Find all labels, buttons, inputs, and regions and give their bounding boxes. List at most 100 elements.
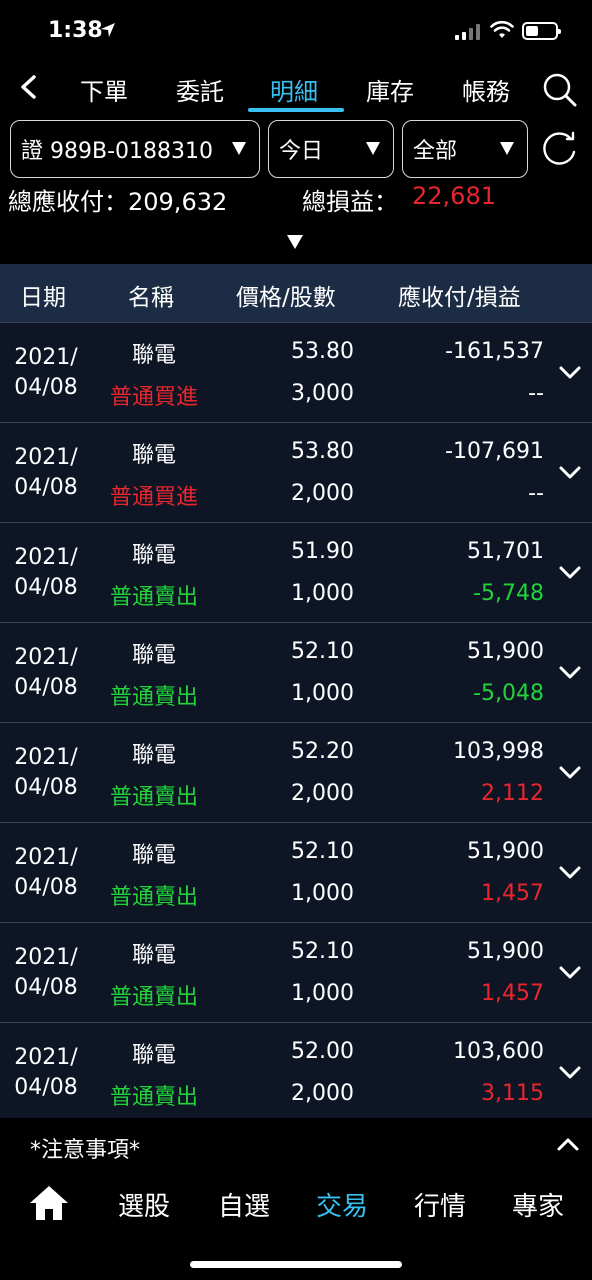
signal-icon — [455, 24, 480, 40]
bottom-nav-experts[interactable]: 專家 — [512, 1186, 564, 1223]
row-date-monthday: 04/08 — [14, 675, 78, 700]
chevron-down-icon[interactable] — [558, 965, 582, 981]
tab-details[interactable]: 明細 — [270, 72, 318, 107]
row-date: 2021/04/08 — [0, 443, 92, 503]
row-date-monthday: 04/08 — [14, 875, 78, 900]
row-price: 52.20 — [291, 739, 354, 764]
chevron-down-icon[interactable] — [558, 365, 582, 381]
row-quantity: 2,000 — [291, 1081, 354, 1106]
row-order-type: 普通賣出 — [109, 1085, 198, 1110]
active-tab-indicator — [248, 108, 344, 112]
row-price: 52.10 — [291, 639, 354, 664]
row-price: 51.90 — [291, 539, 354, 564]
row-date: 2021/04/08 — [0, 743, 92, 803]
row-stock-name: 聯電 — [131, 343, 176, 368]
home-icon[interactable] — [28, 1184, 70, 1222]
scope-select-value: 全部 — [413, 139, 458, 164]
row-pnl: 1,457 — [481, 981, 544, 1006]
row-quantity: 1,000 — [291, 581, 354, 606]
row-price: 52.00 — [291, 1039, 354, 1064]
row-order-type: 普通賣出 — [109, 585, 198, 610]
bottom-nav-watchlist[interactable]: 自選 — [218, 1186, 270, 1223]
chevron-down-icon[interactable] — [558, 665, 582, 681]
chevron-down-icon[interactable] — [558, 565, 582, 581]
total-pnl-label: 總損益： — [302, 188, 398, 216]
chevron-down-icon[interactable] — [558, 1065, 582, 1081]
row-amount: 51,900 — [467, 939, 544, 964]
status-time: 1:38 — [48, 18, 103, 43]
row-date-monthday: 04/08 — [14, 575, 78, 600]
status-bar: 1:38 — [0, 0, 592, 60]
row-order-type: 普通賣出 — [109, 685, 198, 710]
row-date-year: 2021/ — [14, 445, 78, 470]
row-amount: 103,600 — [453, 1039, 544, 1064]
scope-select[interactable]: 全部 — [402, 120, 528, 178]
row-stock-name: 聯電 — [131, 1043, 176, 1068]
account-select[interactable]: 證 989B-0188310 — [10, 120, 260, 178]
table-body: 2021/04/08 聯電 普通買進 53.80 3,000 -161,537 -- 2021… — [0, 322, 592, 1122]
wifi-icon — [490, 20, 514, 38]
dropdown-triangle-icon — [500, 142, 514, 155]
location-arrow-icon — [101, 23, 115, 37]
chevron-down-icon[interactable] — [558, 765, 582, 781]
row-date: 2021/04/08 — [0, 943, 92, 1003]
table-row[interactable]: 2021/04/08 聯電 普通賣出 52.10 1,000 51,900 1,457 — [0, 922, 592, 1022]
row-stock-name: 聯電 — [131, 443, 176, 468]
row-date-year: 2021/ — [14, 345, 78, 370]
row-amount: 51,900 — [467, 639, 544, 664]
table-row[interactable]: 2021/04/08 聯電 普通賣出 51.90 1,000 51,701 -5,748 — [0, 522, 592, 622]
table-row[interactable]: 2021/04/08 聯電 普通賣出 52.20 2,000 103,998 2,112 — [0, 722, 592, 822]
chevron-up-icon[interactable] — [556, 1136, 580, 1152]
bottom-nav-screener[interactable]: 選股 — [118, 1186, 170, 1223]
table-row[interactable]: 2021/04/08 聯電 普通買進 53.80 2,000 -107,691 -- — [0, 422, 592, 522]
row-quantity: 1,000 — [291, 981, 354, 1006]
row-order-type: 普通賣出 — [109, 785, 198, 810]
row-order-type: 普通賣出 — [109, 985, 198, 1010]
tab-inventory[interactable]: 庫存 — [366, 72, 414, 107]
row-pnl: 1,457 — [481, 881, 544, 906]
notice-label: *注意事項* — [30, 1138, 141, 1163]
bottom-nav-quotes[interactable]: 行情 — [414, 1186, 466, 1223]
table-row[interactable]: 2021/04/08 聯電 普通賣出 52.10 1,000 51,900 -5,048 — [0, 622, 592, 722]
row-quantity: 2,000 — [291, 481, 354, 506]
row-order-type: 普通買進 — [109, 385, 198, 410]
tab-order[interactable]: 下單 — [80, 72, 128, 107]
table-row[interactable]: 2021/04/08 聯電 普通買進 53.80 3,000 -161,537 -- — [0, 322, 592, 422]
date-select[interactable]: 今日 — [268, 120, 394, 178]
back-icon[interactable] — [16, 74, 42, 100]
row-amount: 51,701 — [467, 539, 544, 564]
tab-entrust[interactable]: 委託 — [176, 72, 224, 107]
row-stock-name: 聯電 — [131, 843, 176, 868]
tab-accounts[interactable]: 帳務 — [462, 72, 510, 107]
row-date-monthday: 04/08 — [14, 975, 78, 1000]
notice-bar[interactable]: *注意事項* — [0, 1118, 592, 1172]
row-price: 53.80 — [291, 439, 354, 464]
row-amount: 51,900 — [467, 839, 544, 864]
col-amount-pnl: 應收付/損益 — [398, 285, 521, 311]
summary-bar: 總應收付：209,632 總損益： 22,681 — [0, 182, 592, 222]
battery-icon — [522, 22, 561, 40]
table-row[interactable]: 2021/04/08 聯電 普通賣出 52.10 1,000 51,900 1,457 — [0, 822, 592, 922]
row-price: 52.10 — [291, 839, 354, 864]
chevron-down-icon[interactable] — [558, 465, 582, 481]
col-price-qty: 價格/股數 — [236, 285, 336, 311]
row-date-monthday: 04/08 — [14, 475, 78, 500]
search-icon[interactable] — [542, 72, 578, 108]
row-date: 2021/04/08 — [0, 643, 92, 703]
refresh-icon[interactable] — [540, 130, 578, 168]
chevron-down-icon[interactable] — [558, 865, 582, 881]
total-payable-value: 209,632 — [128, 188, 228, 216]
row-price: 52.10 — [291, 939, 354, 964]
table-row[interactable]: 2021/04/08 聯電 普通賣出 52.00 2,000 103,600 3,115 — [0, 1022, 592, 1122]
row-date: 2021/04/08 — [0, 543, 92, 603]
date-select-value: 今日 — [279, 139, 324, 164]
row-pnl: 2,112 — [481, 781, 544, 806]
expand-triangle-icon[interactable] — [286, 234, 304, 250]
row-amount: 103,998 — [453, 739, 544, 764]
row-quantity: 1,000 — [291, 681, 354, 706]
bottom-nav-trade[interactable]: 交易 — [316, 1186, 368, 1223]
dropdown-triangle-icon — [366, 142, 380, 155]
account-select-value: 證 989B-0188310 — [21, 139, 213, 164]
row-date-monthday: 04/08 — [14, 775, 78, 800]
row-date-year: 2021/ — [14, 745, 78, 770]
